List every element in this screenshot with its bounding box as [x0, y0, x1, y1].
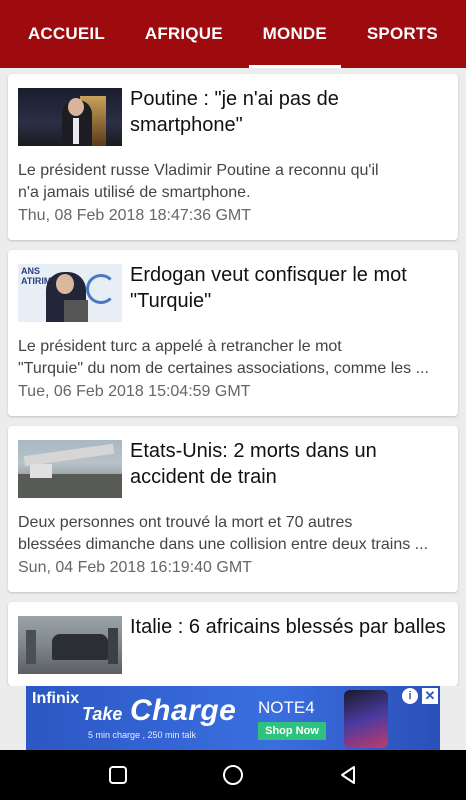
tab-monde[interactable]: MONDE [248, 0, 342, 68]
article-date: Tue, 06 Feb 2018 15:04:59 GMT [18, 383, 251, 400]
home-button[interactable] [213, 755, 253, 795]
ad-charge-text: Charge [130, 694, 237, 727]
article-date: Thu, 08 Feb 2018 18:47:36 GMT [18, 207, 252, 224]
article-title: Etats-Unis: 2 morts dans un accident de … [130, 440, 377, 488]
tab-afrique[interactable]: AFRIQUE [131, 0, 237, 68]
system-navigation-bar [0, 750, 466, 800]
square-icon [108, 766, 127, 784]
article-thumbnail [18, 88, 122, 146]
article-date: Sun, 04 Feb 2018 16:19:40 GMT [18, 559, 252, 576]
article-card-etats-unis[interactable]: Etats-Unis: 2 morts dans un accident de … [8, 426, 458, 592]
article-thumbnail: ANS ATIRIM [18, 264, 122, 322]
article-card-erdogan[interactable]: ANS ATIRIM Erdogan veut confisquer le mo… [8, 250, 458, 416]
recents-button[interactable] [98, 755, 138, 795]
article-summary: Le président turc a appelé à retrancher … [18, 338, 429, 377]
article-card-poutine[interactable]: Poutine : "je n'ai pas de smartphone" Le… [8, 74, 458, 240]
ad-subtext: 5 min charge , 250 min talk [88, 730, 197, 740]
ad-brand: Infinix [32, 690, 80, 707]
ad-model-text: NOTE4 [258, 698, 315, 717]
tab-sports[interactable]: SPORTS [353, 0, 452, 68]
ad-phone-image [344, 690, 388, 748]
top-tab-bar: ACCUEIL AFRIQUE MONDE SPORTS [0, 0, 466, 68]
ad-take-text: Take [82, 704, 123, 724]
triangle-back-icon [341, 766, 356, 784]
tab-accueil[interactable]: ACCUEIL [14, 0, 119, 68]
article-summary: Deux personnes ont trouvé la mort et 70 … [18, 514, 429, 553]
ad-close-icon[interactable]: ✕ [422, 688, 438, 704]
circle-icon [222, 765, 243, 785]
ad-banner[interactable]: Infinix Take Charge NOTE4 5 min charge ,… [26, 686, 440, 750]
article-thumbnail [18, 440, 122, 498]
article-title: Poutine : "je n'ai pas de smartphone" [130, 88, 339, 136]
article-card-italie[interactable]: Italie : 6 africains blessés par balles [8, 602, 458, 686]
news-feed[interactable]: Poutine : "je n'ai pas de smartphone" Le… [0, 68, 466, 686]
article-title: Italie : 6 africains blessés par balles [130, 616, 446, 638]
article-thumbnail [18, 616, 122, 674]
article-summary: Le président russe Vladimir Poutine a re… [18, 162, 379, 201]
ad-info-icon[interactable]: i [402, 688, 418, 704]
article-title: Erdogan veut confisquer le mot "Turquie" [130, 264, 407, 312]
ad-shop-now-button[interactable]: Shop Now [258, 722, 326, 740]
back-button[interactable] [328, 755, 368, 795]
